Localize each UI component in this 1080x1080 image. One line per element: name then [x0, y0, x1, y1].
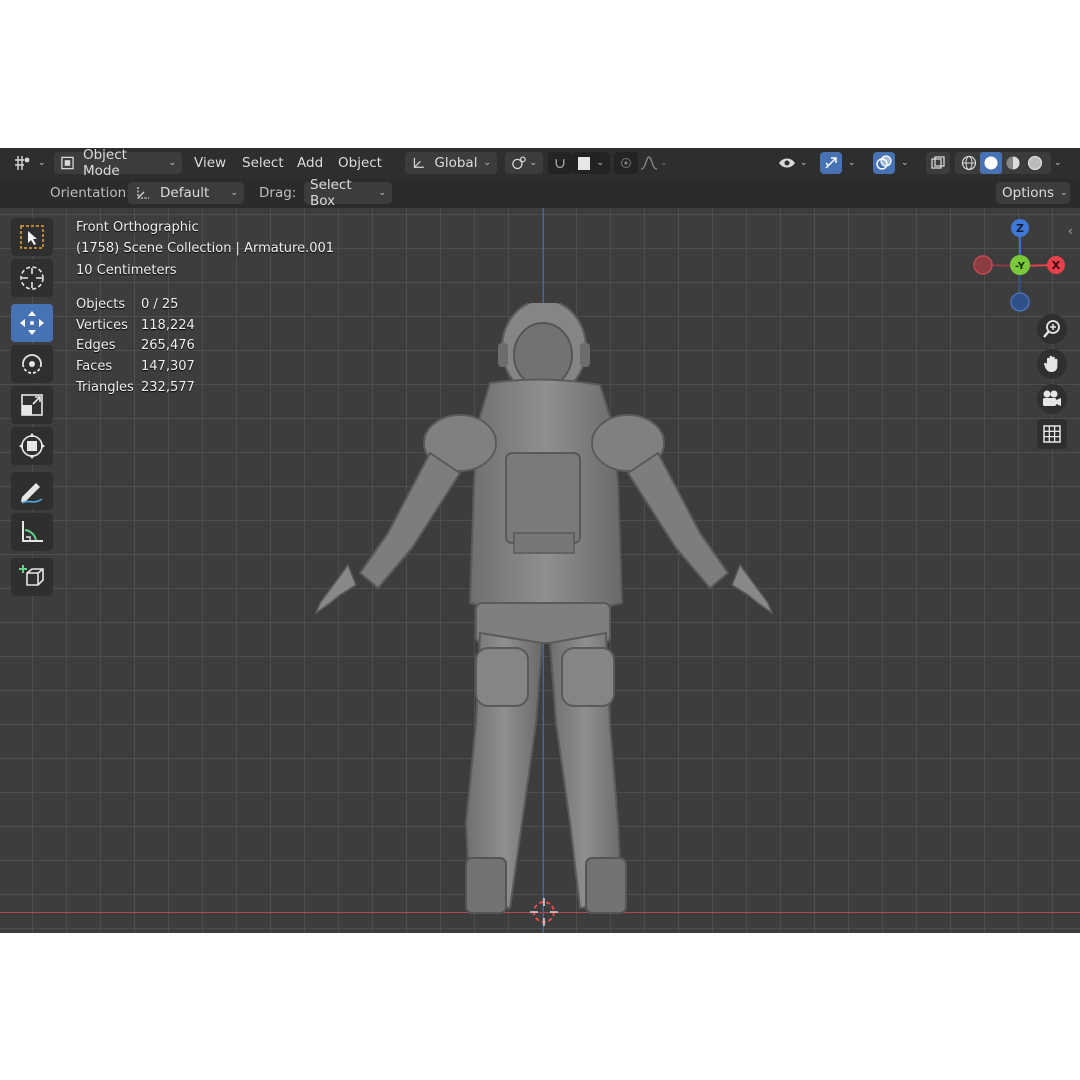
snap-increment-icon — [578, 156, 591, 170]
object-mode-icon — [61, 156, 74, 170]
solid-sphere-icon — [984, 156, 998, 170]
rotate-icon — [22, 354, 42, 374]
snap-toggle[interactable] — [548, 152, 572, 174]
sidebar-toggle-arrow-icon[interactable]: ‹ — [1068, 224, 1073, 238]
navigation-gizmo[interactable]: Z X -Y — [970, 216, 1070, 316]
astronaut-model — [314, 303, 774, 914]
tool-header: Orientation: Default ⌄ Drag: Select Box … — [0, 177, 1080, 209]
measure-tool[interactable] — [11, 513, 53, 551]
select-box-icon — [20, 225, 44, 249]
stat-label: Faces — [76, 359, 113, 374]
neg-y-axis-label: -Y — [1015, 261, 1026, 272]
orientation-axes-icon — [413, 157, 424, 168]
zoom-magnifier-icon — [1043, 320, 1060, 338]
stat-value: 118,224 — [141, 318, 195, 333]
3d-cursor-icon[interactable] — [530, 898, 558, 926]
stat-value: 147,307 — [141, 359, 195, 374]
xray-toggle[interactable] — [926, 152, 950, 174]
pivot-icon — [512, 156, 526, 170]
wireframe-icon — [961, 155, 977, 171]
menu-object[interactable]: Object — [336, 152, 384, 174]
gizmo-icon — [825, 157, 837, 169]
x-axis-label: X — [1052, 259, 1061, 272]
orientation-axes-icon — [137, 187, 149, 199]
xray-icon — [931, 156, 945, 169]
camera-view-button[interactable] — [1037, 384, 1067, 414]
overlays-dropdown[interactable]: ⌄ — [897, 152, 917, 174]
cursor-icon — [20, 266, 44, 290]
zoom-button[interactable] — [1037, 314, 1067, 344]
proportional-edit-toggle[interactable] — [614, 152, 638, 174]
editor-type-button[interactable]: ⌄ — [12, 152, 46, 174]
hand-icon — [1044, 355, 1058, 372]
3d-viewport[interactable]: Front Orthographic (1758) Scene Collecti… — [0, 208, 1080, 933]
gizmo-dropdown[interactable]: ⌄ — [844, 152, 864, 174]
transform-orientation-selector[interactable]: Global ⌄ — [405, 152, 497, 174]
options-dropdown[interactable]: Options ⌄ — [996, 182, 1070, 204]
neg-z-axis-handle — [1010, 292, 1030, 312]
view-name: Front Orthographic — [76, 220, 199, 235]
wireframe-shading-button[interactable] — [958, 155, 980, 171]
material-sphere-icon — [1006, 156, 1020, 170]
shading-selector — [955, 152, 1051, 174]
mode-selector[interactable]: Object Mode ⌄ — [54, 148, 182, 179]
material-shading-button[interactable] — [1002, 155, 1024, 171]
gizmo-toggle[interactable] — [820, 152, 842, 174]
menu-view[interactable]: View — [192, 152, 228, 174]
move-tool[interactable] — [11, 304, 53, 342]
shading-dropdown[interactable]: ⌄ — [1052, 152, 1072, 174]
falloff-curve-icon — [640, 156, 658, 170]
rotate-tool[interactable] — [11, 345, 53, 383]
annotate-tool[interactable] — [11, 472, 53, 510]
stat-label: Objects — [76, 297, 126, 312]
cursor-tool[interactable] — [11, 259, 53, 297]
stat-label: Triangles — [76, 380, 134, 395]
orientation-selector[interactable]: Default ⌄ — [128, 182, 244, 204]
mode-label: Object Mode — [82, 148, 127, 179]
measure-ruler-icon — [22, 521, 43, 542]
menu-select[interactable]: Select — [240, 152, 286, 174]
stat-label: Edges — [76, 338, 116, 353]
menu-add[interactable]: Add — [295, 152, 325, 174]
transform-tool[interactable] — [11, 427, 53, 465]
camera-icon — [1043, 390, 1061, 406]
neg-x-axis-handle — [973, 255, 993, 275]
move-icon — [20, 311, 44, 335]
falloff-selector[interactable]: ⌄ — [640, 152, 674, 174]
select-box-tool[interactable] — [11, 218, 53, 256]
annotate-pencil-icon — [21, 483, 43, 504]
visibility-selector[interactable]: ⌄ — [778, 152, 814, 174]
collection-info: (1758) Scene Collection | Armature.001 — [76, 241, 335, 256]
drag-selector[interactable]: Select Box ⌄ — [304, 177, 392, 209]
drag-label: Drag: — [259, 185, 297, 201]
orientation-label: Orientation: — [50, 185, 131, 201]
viewport-header: ⌄ Object Mode ⌄ View Select Add Object G… — [0, 148, 1080, 179]
transform-icon — [19, 433, 45, 459]
grid-scale: 10 Centimeters — [76, 263, 177, 278]
z-axis-label: Z — [1016, 222, 1024, 235]
eye-icon — [779, 158, 795, 168]
blender-window: ⌄ Object Mode ⌄ View Select Add Object G… — [0, 148, 1080, 933]
proportional-edit-icon — [621, 158, 631, 168]
pan-button[interactable] — [1037, 349, 1067, 379]
stat-value: 0 / 25 — [141, 297, 179, 312]
editor-type-icon — [15, 156, 30, 170]
solid-shading-button[interactable] — [980, 152, 1002, 174]
scale-tool[interactable] — [11, 386, 53, 424]
grid-icon — [1043, 425, 1061, 443]
scale-icon — [21, 394, 43, 416]
stat-value: 232,577 — [141, 380, 195, 395]
add-cube-tool[interactable] — [11, 558, 53, 596]
snap-target-selector[interactable]: ⌄ — [572, 152, 610, 174]
stat-label: Vertices — [76, 318, 128, 333]
rendered-sphere-icon — [1028, 156, 1042, 170]
magnet-icon — [555, 159, 565, 169]
overlays-toggle[interactable] — [873, 152, 895, 174]
toggle-ortho-button[interactable] — [1037, 419, 1067, 449]
add-cube-icon — [19, 565, 44, 586]
stat-value: 265,476 — [141, 338, 195, 353]
overlays-icon — [876, 155, 892, 170]
pivot-point-selector[interactable]: ⌄ — [505, 152, 543, 174]
rendered-shading-button[interactable] — [1024, 155, 1046, 171]
